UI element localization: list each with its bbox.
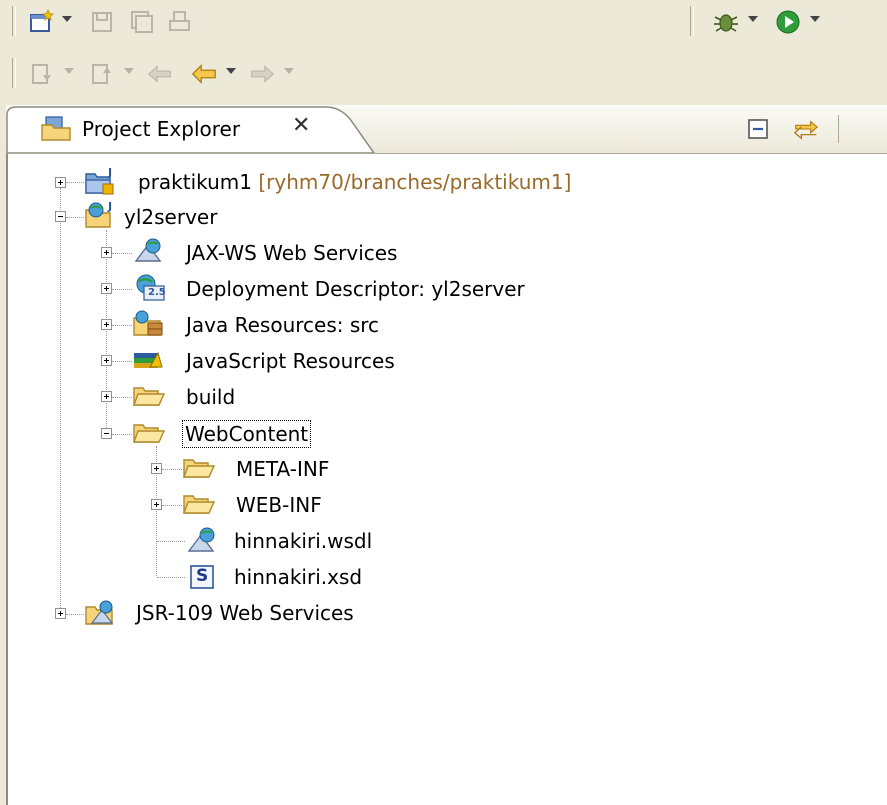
deployment-descriptor-icon: 2.5 [132,272,166,301]
link-with-editor-icon[interactable] [792,115,820,143]
back-arrow-icon[interactable] [190,60,218,88]
expand-toggle[interactable] [55,177,66,188]
run-icon[interactable] [774,8,802,36]
tree-item-label: META-INF [236,457,330,481]
collapse-toggle[interactable] [101,428,112,439]
tree-guide [112,325,132,326]
web-services-folder-icon [84,597,114,625]
run-dropdown-arrow[interactable] [810,16,820,22]
tree-item-label-selected: WebContent [182,420,312,448]
tree-guide [157,577,185,578]
expand-toggle[interactable] [151,499,162,510]
last-edit-location-icon [146,60,174,88]
tree-item-label: hinnakiri.wsdl [234,529,373,553]
tree-guide [112,253,132,254]
tree-item-label: JavaScript Resources [186,349,395,373]
tab-label: Project Explorer [82,117,241,141]
toolbar-grip[interactable] [12,6,16,36]
tree-guide [66,182,84,183]
tree-guide [106,230,107,436]
new-wizard-icon[interactable] [28,8,56,36]
svn-decoration: [ryhm70/branches/praktikum1] [258,170,572,194]
tree-guide [60,188,61,616]
next-annotation-icon [28,60,56,88]
tree-guide [112,361,132,362]
tree-item-label: hinnakiri.xsd [234,565,363,589]
folder-icon [132,381,166,409]
collapse-toggle[interactable] [55,211,66,222]
tree-guide [66,614,84,615]
tree-guide [162,505,182,506]
tree-guide [157,541,185,542]
version-badge: 2.5 [148,287,166,298]
tree-item-label: JAX-WS Web Services [186,241,398,265]
tree-item-label: Deployment Descriptor: yl2server [186,277,525,301]
tree-guide [112,397,132,398]
java-resources-icon [132,308,163,336]
project-explorer-icon [40,116,74,147]
javascript-resources-icon [132,345,163,373]
folder-icon [182,453,216,481]
toolbar-grip[interactable] [12,58,16,88]
new-dropdown-arrow[interactable] [62,16,72,22]
expand-toggle[interactable] [101,247,112,258]
expand-toggle[interactable] [101,283,112,294]
view-toolbar-separator [838,115,841,143]
next-annotation-dropdown [64,68,74,74]
forward-dropdown-arrow [284,68,294,74]
previous-annotation-dropdown [124,68,134,74]
tree-item-label: yl2server [124,205,218,229]
debug-dropdown-arrow[interactable] [748,16,758,22]
svg-text:J: J [107,200,112,213]
expand-toggle[interactable] [101,355,112,366]
tree-item-label: praktikum1 [ryhm70/branches/praktikum1] [138,170,572,194]
wsdl-file-icon [186,526,216,554]
tree-guide [162,469,182,470]
xsd-file-icon: S [188,563,218,591]
back-dropdown-arrow[interactable] [226,68,236,74]
expand-toggle[interactable] [101,391,112,402]
close-icon[interactable]: ✕ [292,113,310,138]
svg-text:J: J [107,166,112,179]
folder-icon [132,418,166,446]
tree-item-label: build [186,385,236,409]
expand-toggle[interactable] [55,608,66,619]
schema-badge: S [196,566,209,586]
expand-toggle[interactable] [101,319,112,330]
main-toolbar-row-1 [0,0,887,44]
forward-arrow-icon [248,60,276,88]
expand-toggle[interactable] [151,463,162,474]
tree-guide [112,289,132,290]
tree-guide [66,217,84,218]
collapse-all-icon[interactable] [744,115,772,143]
web-services-icon [132,237,162,265]
tab-project-explorer[interactable]: Project Explorer ✕ [6,105,376,153]
java-project-icon: J [84,166,114,195]
save-icon [88,8,116,36]
tree-item-label: JSR-109 Web Services [136,601,354,625]
main-toolbar-row-2 [0,52,887,96]
previous-annotation-icon [88,60,116,88]
print-icon [166,8,194,36]
tree-item-label: WEB-INF [236,493,322,517]
web-project-icon: J [84,200,114,228]
toolbar-grip[interactable] [690,6,694,36]
save-all-icon [128,8,156,36]
debug-bug-icon[interactable] [712,8,740,36]
tree-guide [112,434,132,435]
view-tab-strip: Project Explorer ✕ [6,105,887,154]
folder-icon [182,489,216,517]
tree-item-label: Java Resources: src [186,313,380,337]
